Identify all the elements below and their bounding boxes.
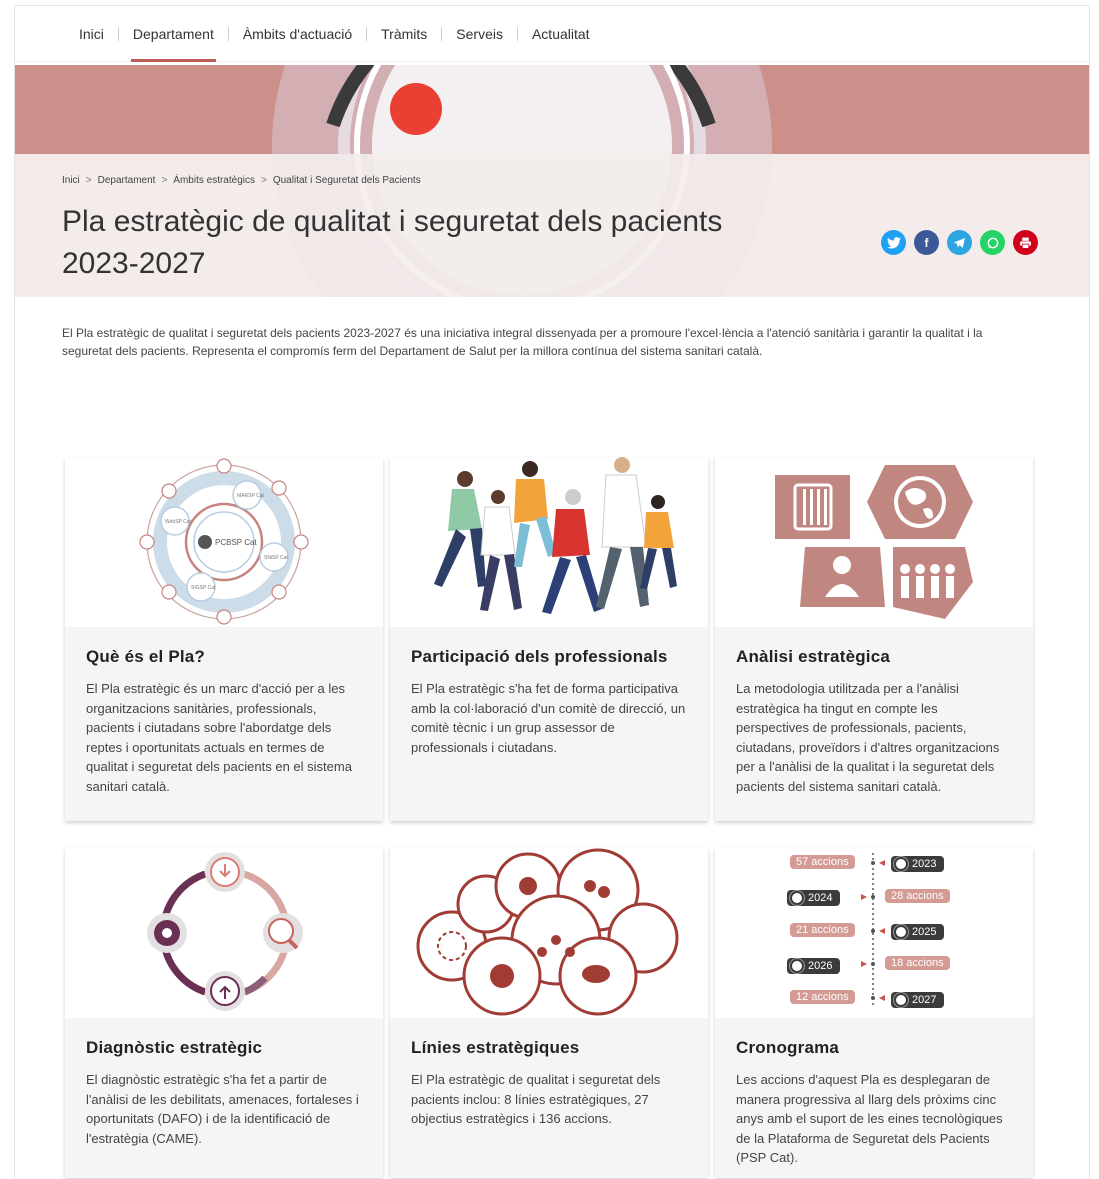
card-title: Diagnòstic estratègic <box>86 1038 263 1057</box>
platform-diagram-icon: PCBSP Cat MARSP Cat SNiSP Cat WebSP Cat … <box>139 458 309 625</box>
timeline-year: 2026 <box>808 960 833 972</box>
card-text: Les accions d'aquest Pla es desplegaran … <box>736 1072 1003 1165</box>
timeline-year-badge: 2027 <box>891 992 945 1008</box>
diagram-node-label: MARSP Cat <box>237 493 264 499</box>
card-cronograma[interactable]: 57 accions 2023 2024 28 accions 21 accio… <box>715 848 1033 1178</box>
card-title: Anàlisi estratègica <box>736 647 891 666</box>
timeline-year: 2027 <box>912 994 937 1006</box>
bubbles-illustration <box>416 848 679 1016</box>
cycle-diagram-icon <box>147 852 303 1011</box>
timeline-year: 2024 <box>808 892 833 904</box>
timeline-year-badge: 2024 <box>787 890 841 906</box>
nav-label: Tràmits <box>381 25 428 42</box>
chevron-right-icon: > <box>85 175 92 186</box>
card-participacio[interactable]: Participació dels professionals El Pla e… <box>390 457 708 821</box>
nav-label: Actualitat <box>531 25 590 42</box>
hero-banner: Inici > Departament > Àmbits estratègics… <box>15 65 1089 297</box>
card-image-hexagons <box>715 457 1033 627</box>
clock-icon <box>894 993 908 1007</box>
card-title: Què és el Pla? <box>86 647 206 666</box>
people-walking-illustration <box>434 457 677 614</box>
nav-item-tramits[interactable]: Tràmits <box>367 6 441 62</box>
nav-label: Serveis <box>456 25 503 42</box>
card-linies-estrategiques[interactable]: Línies estratègiques El Pla estratègic d… <box>390 848 708 1178</box>
chevron-right-icon: > <box>261 175 267 186</box>
card-que-es-el-pla[interactable]: PCBSP Cat MARSP Cat SNiSP Cat WebSP Cat … <box>65 457 383 821</box>
breadcrumb-item[interactable]: Departament <box>98 175 156 186</box>
breadcrumb: Inici > Departament > Àmbits estratègics… <box>62 175 421 186</box>
diagram-node-label: SNiSP Cat <box>264 555 288 561</box>
twitter-icon[interactable] <box>881 230 906 255</box>
card-title: Línies estratègiques <box>411 1038 580 1057</box>
card-text: El diagnòstic estratègic s'ha fet a part… <box>86 1072 359 1146</box>
main-nav: Inici Departament Àmbits d'actuació Tràm… <box>15 6 1089 62</box>
card-analisi-estrategica[interactable]: Anàlisi estratègica La metodologia utili… <box>715 457 1033 821</box>
timeline-actions-badge: 12 accions <box>790 990 855 1004</box>
nav-label: Inici <box>79 25 104 42</box>
timeline-year: 2025 <box>912 926 937 938</box>
breadcrumb-item[interactable]: Àmbits estratègics <box>173 175 255 186</box>
card-text: El Pla estratègic de qualitat i segureta… <box>411 1072 661 1126</box>
card-text: El Pla estratègic s'ha fet de forma part… <box>411 681 686 755</box>
clock-icon <box>790 959 804 973</box>
card-title: Cronograma <box>736 1038 840 1057</box>
card-image-walking-people <box>390 457 708 627</box>
diagram-node-label: SIGSP Cat <box>191 585 216 591</box>
timeline-actions-badge: 57 accions <box>790 855 855 869</box>
timeline-actions-badge: 21 accions <box>790 923 855 937</box>
nav-item-ambits[interactable]: Àmbits d'actuació <box>229 6 366 62</box>
nav-item-departament[interactable]: Departament <box>119 6 228 62</box>
timeline-year-badge: 2025 <box>891 924 945 940</box>
nav-item-inici[interactable]: Inici <box>65 6 118 62</box>
page-title: Pla estratègic de qualitat i seguretat d… <box>62 205 723 280</box>
breadcrumb-item[interactable]: Inici <box>62 175 80 186</box>
whatsapp-icon[interactable] <box>980 230 1005 255</box>
hexagons-illustration <box>775 465 973 619</box>
intro-paragraph: El Pla estratègic de qualitat i segureta… <box>62 326 983 358</box>
timeline-axis <box>861 853 885 1008</box>
card-image-timeline: 57 accions 2023 2024 28 accions 21 accio… <box>715 848 1033 1018</box>
card-text: La metodologia utilitzada per a l'anàlis… <box>736 681 1000 794</box>
nav-label: Departament <box>132 25 214 42</box>
print-icon[interactable] <box>1013 230 1038 255</box>
chevron-right-icon: > <box>161 175 168 186</box>
nav-label: Àmbits d'actuació <box>242 25 353 42</box>
clock-icon <box>894 925 908 939</box>
telegram-icon[interactable] <box>947 230 972 255</box>
diagram-node-label: WebSP Cat <box>165 519 192 525</box>
nav-item-serveis[interactable]: Serveis <box>442 6 517 62</box>
card-title: Participació dels professionals <box>411 647 668 666</box>
clock-icon <box>790 891 804 905</box>
diagram-center-label: PCBSP Cat <box>215 538 257 547</box>
facebook-icon[interactable]: f <box>914 230 939 255</box>
timeline-actions-badge: 18 accions <box>885 956 950 970</box>
nav-item-actualitat[interactable]: Actualitat <box>518 6 604 62</box>
breadcrumb-current: Qualitat i Seguretat dels Pacients <box>272 175 421 186</box>
card-image-circular-diagram: PCBSP Cat MARSP Cat SNiSP Cat WebSP Cat … <box>65 457 383 627</box>
timeline-year-badge: 2023 <box>891 856 945 872</box>
card-diagnostic-estrategic[interactable]: Diagnòstic estratègic El diagnòstic estr… <box>65 848 383 1178</box>
clock-icon <box>894 857 908 871</box>
card-image-cycle <box>65 848 383 1018</box>
card-text: El Pla estratègic és un marc d'acció per… <box>86 681 352 794</box>
timeline-year-badge: 2026 <box>787 958 841 974</box>
share-bar: f <box>881 230 1038 255</box>
card-image-circles <box>390 848 708 1018</box>
timeline-year: 2023 <box>912 858 937 870</box>
timeline-actions-badge: 28 accions <box>885 889 950 903</box>
